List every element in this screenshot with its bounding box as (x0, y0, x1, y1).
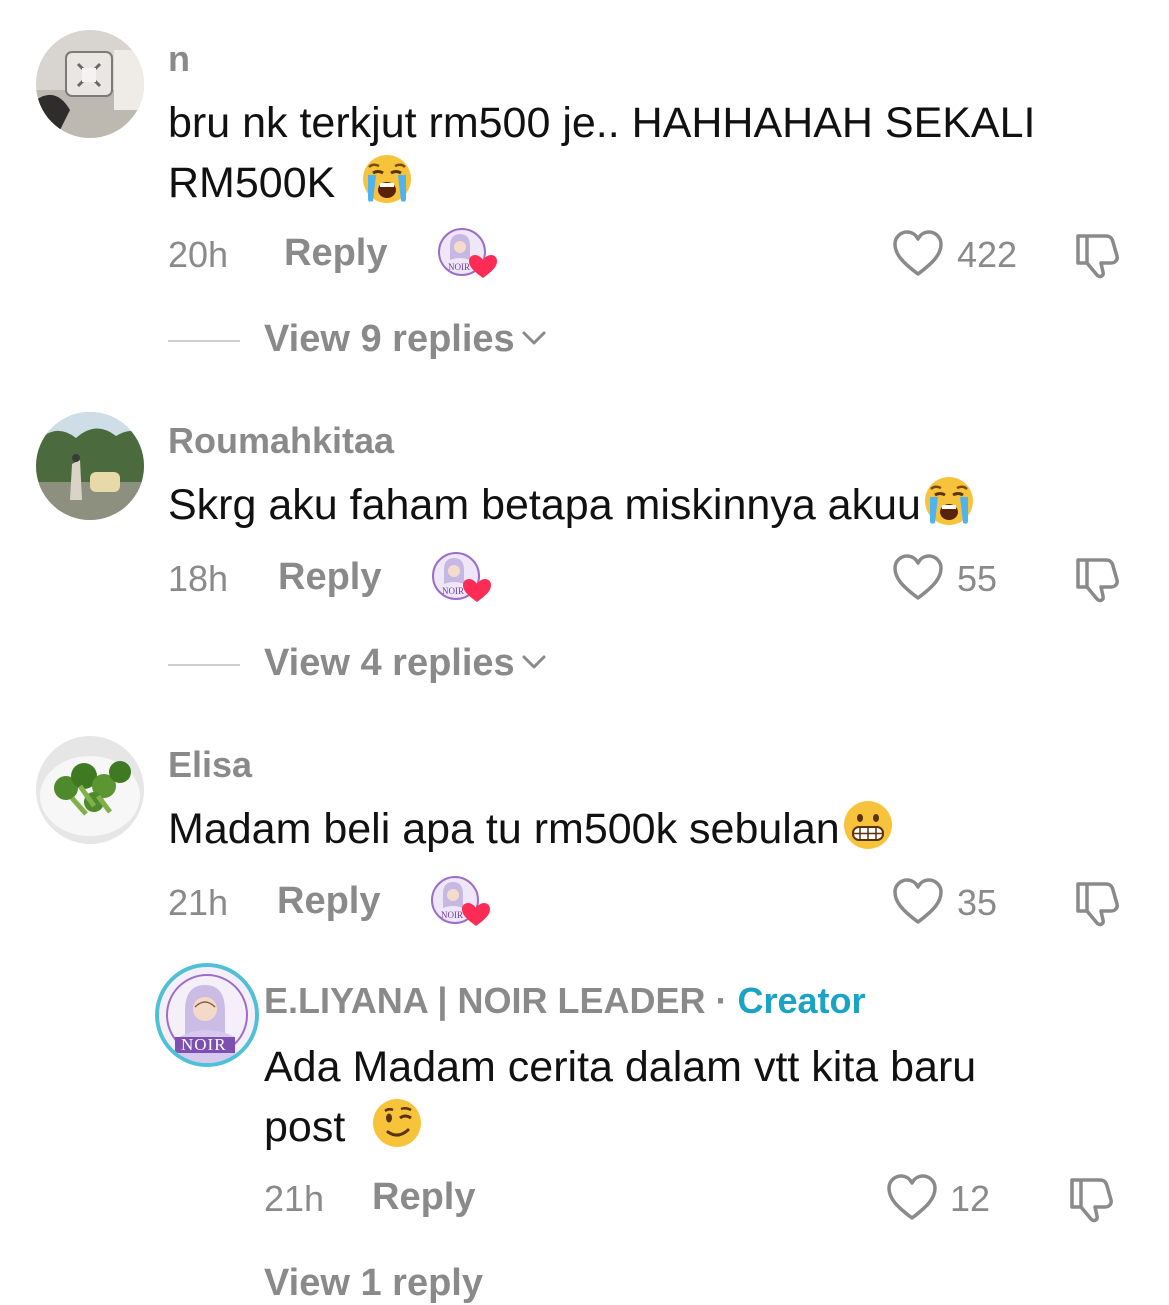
chevron-down-icon (521, 653, 547, 671)
comment-text: Ada Madam cerita dalam vtt kita baru (264, 1036, 976, 1098)
creator-liked-icon (430, 550, 492, 606)
timestamp: 20h (168, 234, 229, 275)
reply-button[interactable]: Reply (372, 1176, 475, 1219)
creator-avatar[interactable]: NOIR (155, 963, 259, 1067)
loudly-crying-face-icon (361, 153, 413, 205)
divider (168, 664, 240, 666)
username[interactable]: Roumahkitaa (168, 420, 394, 462)
dislike-icon[interactable] (1070, 876, 1122, 928)
username[interactable]: Elisa (168, 744, 252, 786)
heart-icon[interactable] (892, 878, 944, 926)
like-count: 12 (950, 1178, 991, 1219)
view-replies-button[interactable]: View 1 reply (264, 1262, 483, 1305)
comment-text: Skrg aku faham betapa miskinnya akuu (168, 474, 975, 536)
username[interactable]: E.LIYANA | NOIR LEADER (264, 980, 705, 1021)
dislike-icon[interactable] (1064, 1172, 1116, 1224)
timestamp: 21h (264, 1178, 325, 1219)
comment-text-line: RM500K (168, 159, 336, 207)
comment-text: bru nk terkjut rm500 je.. HAHHAHAH SEKAL… (168, 92, 1035, 154)
creator-liked-icon (429, 874, 491, 930)
creator-username-row: E.LIYANA | NOIR LEADER · Creator (264, 980, 866, 1022)
avatar[interactable] (36, 30, 144, 138)
comment-text: post (264, 1096, 423, 1158)
timestamp: 18h (168, 558, 229, 599)
view-replies-label: View 9 replies (264, 318, 515, 360)
view-replies-button[interactable]: View 9 replies (264, 318, 547, 361)
avatar[interactable] (36, 736, 144, 844)
heart-icon[interactable] (892, 554, 944, 602)
like-count: 422 (957, 234, 1018, 275)
divider (168, 340, 240, 342)
heart-icon[interactable] (892, 230, 944, 278)
winking-face-icon (371, 1097, 423, 1149)
reply-button[interactable]: Reply (277, 880, 380, 923)
heart-icon[interactable] (886, 1174, 938, 1222)
creator-liked-icon (436, 226, 498, 282)
view-replies-button[interactable]: View 4 replies (264, 642, 547, 685)
creator-badge: Creator (737, 980, 866, 1021)
comment-text-line: post (264, 1103, 346, 1151)
like-count: 35 (957, 882, 998, 923)
creator-avatar-text: NOIR (181, 1035, 227, 1054)
dislike-icon[interactable] (1070, 228, 1122, 280)
chevron-down-icon (521, 329, 547, 347)
separator-dot: · (715, 980, 728, 1021)
comment-text-line: bru nk terkjut rm500 je.. HAHHAHAH SEKAL… (168, 99, 1036, 147)
comment-text-line: Madam beli apa tu rm500k sebulan (168, 805, 840, 853)
dislike-icon[interactable] (1070, 552, 1122, 604)
timestamp: 21h (168, 882, 229, 923)
reply-button[interactable]: Reply (284, 232, 387, 275)
username[interactable]: n (168, 38, 190, 80)
avatar[interactable] (36, 412, 144, 520)
like-count: 55 (957, 558, 998, 599)
view-replies-label: View 1 reply (264, 1262, 483, 1304)
loudly-crying-face-icon (923, 475, 975, 527)
view-replies-label: View 4 replies (264, 642, 515, 684)
comment-text: RM500K (168, 152, 413, 214)
reply-button[interactable]: Reply (278, 556, 381, 599)
comment-text-line: Skrg aku faham betapa miskinnya akuu (168, 481, 921, 529)
grimacing-face-icon (842, 799, 894, 851)
comment-text: Madam beli apa tu rm500k sebulan (168, 798, 894, 860)
comment-text-line: Ada Madam cerita dalam vtt kita baru (264, 1043, 977, 1091)
